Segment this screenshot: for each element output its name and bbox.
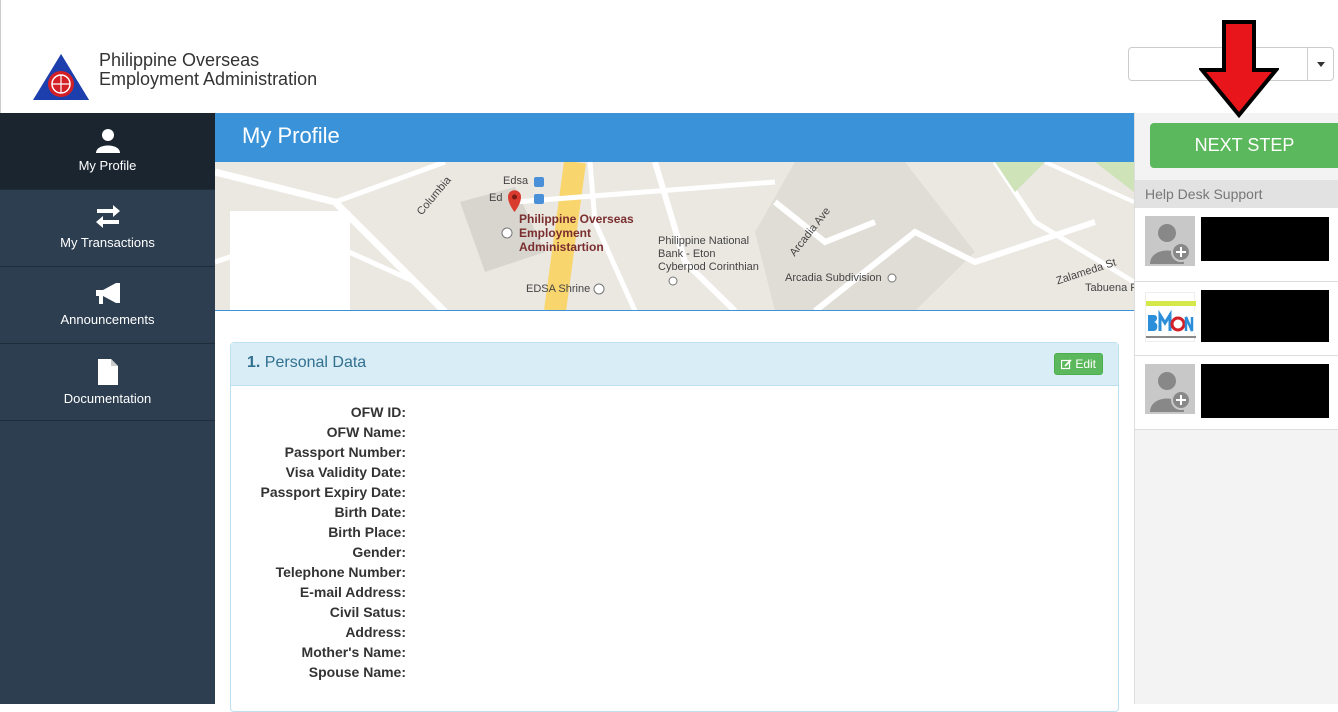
map-label-poea-line1: Philippine Overseas	[519, 212, 634, 226]
sidebar-item-label: Documentation	[63, 391, 152, 406]
personal-data-fields: OFW ID: OFW Name: Passport Number: Visa …	[231, 402, 407, 682]
transfer-arrows-icon	[95, 205, 120, 228]
edit-button[interactable]: Edit	[1054, 353, 1103, 375]
field-label-spouse-name: Spouse Name:	[308, 664, 406, 680]
page-header: My Profile	[215, 113, 1134, 162]
edit-button-label: Edit	[1075, 357, 1096, 371]
panel-number: 1.	[247, 354, 261, 371]
map-label-arcadia-subdivision: Arcadia Subdivision	[785, 272, 882, 284]
field-label-civil-status: Civil Satus:	[329, 604, 406, 620]
avatar-placeholder-icon	[1145, 216, 1195, 266]
personal-data-panel: 1. Personal Data Edit OFW ID: OFW Name: …	[230, 342, 1119, 712]
redacted-contact-info	[1201, 364, 1329, 418]
field-label-address: Address:	[345, 624, 406, 640]
field-label-mothers-name: Mother's Name:	[301, 644, 406, 660]
help-desk-contact[interactable]	[1135, 208, 1338, 282]
field-label-passport-number: Passport Number:	[284, 444, 406, 460]
bmonline-logo-icon	[1145, 292, 1196, 342]
map-label-edsa-shrine: EDSA Shrine	[526, 283, 591, 295]
help-desk-contact[interactable]	[1135, 356, 1338, 430]
field-label-telephone: Telephone Number:	[275, 564, 406, 580]
sidebar-item-label: Announcements	[60, 312, 155, 327]
map-label-poea-line2: Employment	[519, 226, 592, 240]
poea-logo-icon	[33, 54, 89, 100]
field-label-passport-expiry: Passport Expiry Date:	[260, 484, 407, 500]
page-title: My Profile	[242, 123, 340, 148]
sidebar-item-label: My Transactions	[60, 235, 155, 250]
user-icon	[95, 129, 120, 153]
map-label-edsa: Edsa	[503, 175, 529, 187]
redacted-contact-info	[1201, 290, 1329, 342]
sidebar-item-my-profile[interactable]: My Profile	[0, 113, 215, 190]
main-content: My Profile Columbia Edsa Ed Philippine O…	[215, 113, 1134, 712]
org-name-line1: Philippine Overseas	[99, 50, 260, 70]
field-label-birth-place: Birth Place:	[328, 524, 406, 540]
map-overlay-box	[230, 211, 350, 310]
redacted-contact-info	[1201, 217, 1329, 261]
help-desk-title: Help Desk Support	[1135, 180, 1338, 208]
field-label-ofw-id: OFW ID:	[350, 404, 406, 420]
org-name-line2: Employment Administration	[99, 69, 318, 89]
field-label-visa-validity: Visa Validity Date:	[285, 464, 406, 480]
help-desk-contact[interactable]	[1135, 282, 1338, 356]
location-map[interactable]: Columbia Edsa Ed Philippine Overseas Emp…	[215, 162, 1134, 311]
panel-title: Personal Data	[264, 354, 367, 371]
sidebar-item-label: My Profile	[78, 158, 137, 173]
map-label-tabuena: Tabuena P	[1085, 282, 1134, 294]
avatar-placeholder-icon	[1145, 364, 1195, 414]
field-label-ofw-name: OFW Name:	[326, 424, 406, 440]
sidebar-item-announcements[interactable]: Announcements	[0, 267, 215, 344]
red-down-arrow-icon	[1199, 20, 1279, 118]
sidebar: My Profile My Transactions Announcements…	[0, 113, 215, 704]
right-column: NEXT STEP Help Desk Support	[1134, 113, 1338, 704]
field-label-email: E-mail Address:	[299, 584, 406, 600]
map-label-pnb: Philippine National Bank - Eton Cyberpod…	[658, 235, 759, 274]
map-label-pnb-line1: Philippine National	[658, 235, 750, 247]
map-label-ed: Ed	[489, 192, 503, 204]
field-label-birth-date: Birth Date:	[334, 504, 406, 520]
edit-icon	[1061, 358, 1072, 369]
map-label-pnb-line2: Bank - Eton	[658, 248, 716, 260]
organization-name: Philippine Overseas Employment Administr…	[99, 51, 317, 89]
panel-header: 1. Personal Data	[231, 343, 1118, 386]
sidebar-item-my-transactions[interactable]: My Transactions	[0, 190, 215, 267]
megaphone-icon	[95, 283, 120, 304]
map-label-poea: Philippine Overseas Employment Administa…	[519, 212, 634, 254]
field-label-gender: Gender:	[352, 544, 406, 560]
map-label-pnb-line3: Cyberpod Corinthian	[658, 261, 759, 273]
next-step-button[interactable]: NEXT STEP	[1150, 123, 1338, 168]
map-label-poea-line3: Administartion	[519, 240, 604, 254]
select-toggle[interactable]	[1307, 48, 1333, 80]
sidebar-item-documentation[interactable]: Documentation	[0, 344, 215, 421]
document-icon	[97, 359, 118, 385]
caret-down-icon	[1316, 61, 1325, 67]
top-bar: Philippine Overseas Employment Administr…	[0, 0, 1338, 113]
